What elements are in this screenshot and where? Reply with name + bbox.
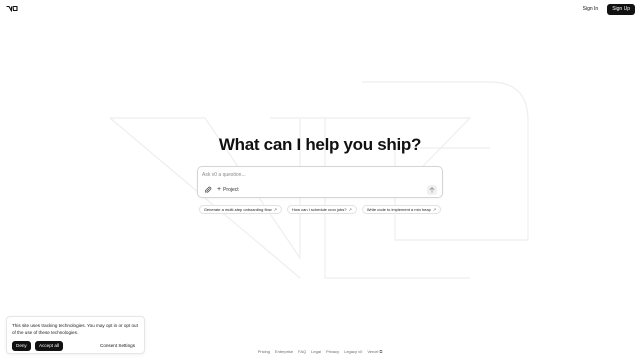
footer-link-privacy[interactable]: Privacy <box>326 349 339 354</box>
external-link-icon: ⧉ <box>379 349 383 354</box>
arrow-up-right-icon: ↗ <box>273 206 277 212</box>
page-title: What can I help you ship? <box>218 135 422 154</box>
suggestion-chip[interactable]: Generate a multi-step onboarding flow ↗ <box>198 205 282 214</box>
suggestion-chip[interactable]: Write code to implement a min heap ↗ <box>361 205 442 214</box>
suggestion-list: Generate a multi-step onboarding flow ↗ … <box>0 205 640 214</box>
footer-link-label: Vercel <box>367 349 379 354</box>
send-button[interactable] <box>427 185 437 195</box>
sign-in-button[interactable]: Sign In <box>577 4 604 15</box>
cookie-message: This site uses tracking technologies. Yo… <box>12 323 138 335</box>
footer-link-enterprise[interactable]: Enterprise <box>275 349 293 354</box>
sign-up-button[interactable]: Sign Up <box>607 4 635 15</box>
project-button[interactable]: + Project <box>217 185 239 194</box>
arrow-up-icon <box>429 187 435 193</box>
arrow-up-right-icon: ↗ <box>348 206 352 212</box>
suggestion-label: Write code to implement a min heap <box>366 206 431 212</box>
footer-link-legacy-v0[interactable]: Legacy v0 <box>344 349 362 354</box>
suggestion-label: Generate a multi-step onboarding flow <box>203 206 272 212</box>
footer-link-legal[interactable]: Legal <box>311 349 321 354</box>
footer-links: Pricing Enterprise FAQ Legal Privacy Leg… <box>0 349 640 354</box>
header-actions: Sign In Sign Up <box>577 4 635 15</box>
footer-link-faq[interactable]: FAQ <box>298 349 306 354</box>
footer-link-vercel[interactable]: Vercel ⧉ <box>367 349 382 354</box>
suggestion-chip[interactable]: How can I schedule cron jobs? ↗ <box>287 205 357 214</box>
project-label: Project <box>223 186 239 193</box>
v0-logo-icon[interactable] <box>6 5 18 13</box>
suggestion-label: How can I schedule cron jobs? <box>292 206 347 212</box>
prompt-box: + Project <box>197 166 443 198</box>
footer-link-pricing[interactable]: Pricing <box>258 349 270 354</box>
arrow-up-right-icon: ↗ <box>432 206 437 212</box>
prompt-input[interactable] <box>202 171 402 179</box>
paperclip-icon[interactable] <box>204 186 212 194</box>
plus-icon: + <box>217 186 222 193</box>
